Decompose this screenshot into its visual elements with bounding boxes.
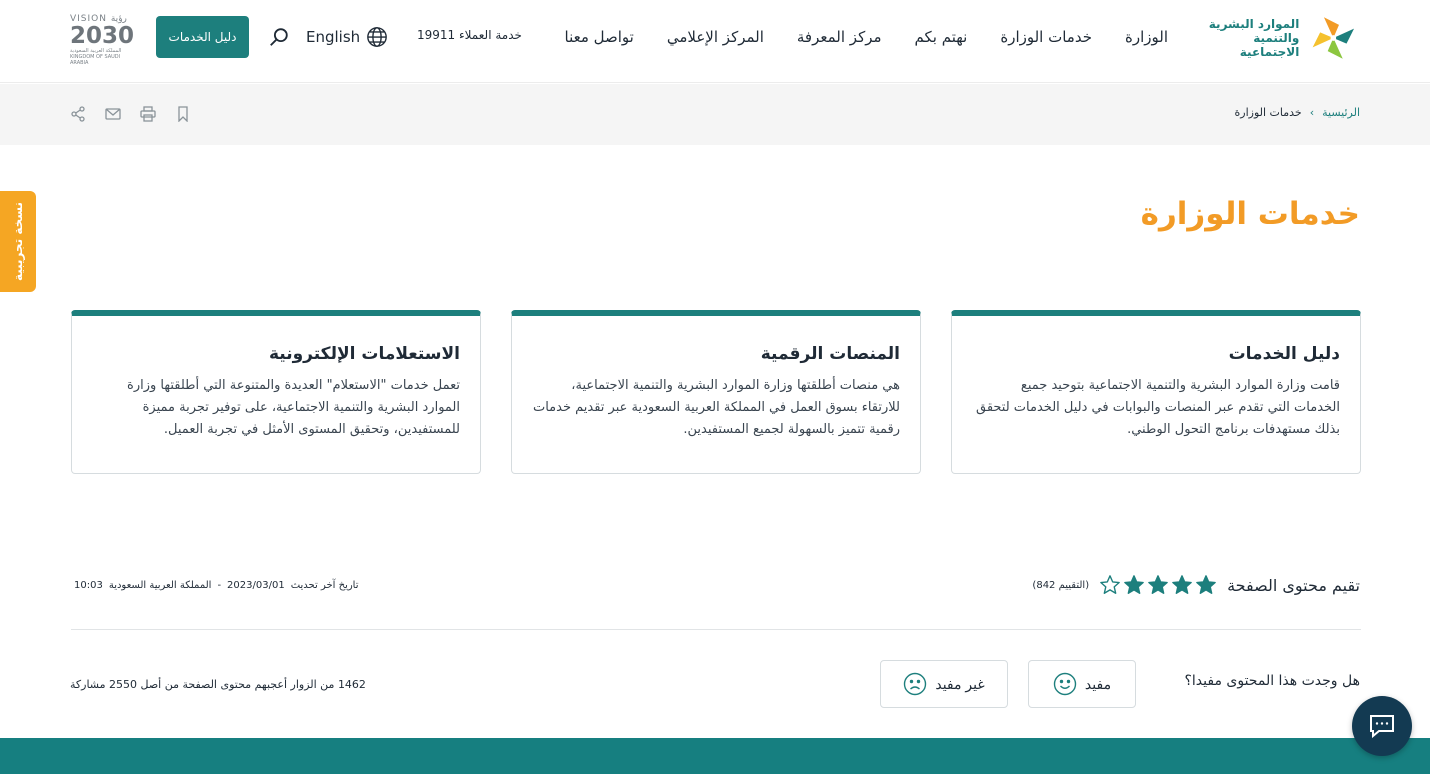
card-body: هي منصات أطلقتها وزارة الموارد البشرية و… — [532, 378, 900, 437]
page-tools — [70, 106, 191, 122]
chat-icon — [1370, 715, 1394, 739]
card-title: الاستعلامات الإلكترونية — [268, 344, 460, 364]
breadcrumb-current: خدمات الوزارة — [1234, 106, 1302, 119]
breadcrumb-bar: الرئيسية › خدمات الوزارة — [0, 84, 1430, 145]
logo-line-1: الموارد البشرية — [1208, 17, 1300, 31]
nav-item-media-center[interactable]: المركز الإعلامي — [667, 28, 764, 46]
page-rating: تقيم محتوى الصفحة (التقييم 842) — [1032, 574, 1360, 596]
page-title: خدمات الوزارة — [1140, 196, 1360, 232]
last-update-separator: - — [217, 580, 222, 591]
feedback-stats: 1462 من الزوار أعجبهم محتوى الصفحة من أص… — [70, 678, 366, 691]
service-cards: دليل الخدمات قامت وزارة الموارد البشرية … — [71, 310, 1361, 474]
nav-item-knowledge-center[interactable]: مركز المعرفة — [797, 28, 882, 46]
star-icon-filled[interactable] — [1123, 574, 1145, 596]
card-digital-platforms[interactable]: المنصات الرقمية هي منصات أطلقتها وزارة ا… — [511, 310, 921, 474]
print-icon[interactable] — [140, 106, 156, 122]
not-helpful-button[interactable]: غير مفيد — [880, 660, 1008, 708]
star-icon-filled[interactable] — [1147, 574, 1169, 596]
nav-item-we-care[interactable]: نهتم بكم — [915, 28, 968, 46]
vision-sub-en: KINGDOM OF SAUDI ARABIA — [70, 54, 121, 66]
site-header: الموارد البشرية والتنمية الاجتماعية الوز… — [0, 0, 1430, 83]
services-guide-button[interactable]: دليل الخدمات — [156, 16, 249, 58]
card-services-guide[interactable]: دليل الخدمات قامت وزارة الموارد البشرية … — [951, 310, 1361, 474]
last-update-label: تاريخ آخر تحديث — [290, 580, 359, 591]
rating-label: تقيم محتوى الصفحة — [1227, 575, 1360, 595]
not-helpful-label: غير مفيد — [935, 675, 985, 692]
last-update-region: المملكة العربية السعودية — [108, 580, 212, 591]
logo-line-2: والتنمية الاجتماعية — [1239, 31, 1300, 59]
divider — [71, 629, 1361, 630]
page: الموارد البشرية والتنمية الاجتماعية الوز… — [0, 0, 1430, 774]
frown-icon — [904, 672, 927, 696]
card-title: المنصات الرقمية — [760, 344, 900, 364]
helpful-label: مفيد — [1084, 675, 1112, 692]
logo-mark-icon — [1312, 17, 1355, 59]
nav-item-contact-us[interactable]: تواصل معنا — [565, 28, 634, 46]
vision-2030-logo[interactable]: VISION رؤية 2030 المملكة العربية السعودي… — [70, 14, 136, 66]
mail-icon[interactable] — [105, 106, 121, 122]
breadcrumb-separator: › — [1309, 106, 1315, 119]
helpful-button[interactable]: مفيد — [1028, 660, 1136, 708]
star-icon-filled[interactable] — [1171, 574, 1193, 596]
smile-icon — [1053, 672, 1077, 696]
bookmark-icon[interactable] — [175, 106, 191, 122]
breadcrumb: الرئيسية › خدمات الوزارة — [1235, 106, 1361, 119]
search-icon[interactable] — [268, 26, 290, 48]
rating-count: (التقييم 842) — [1032, 579, 1090, 591]
feedback-question: هل وجدت هذا المحتوى مفيدا؟ — [1184, 673, 1360, 689]
logo-text: الموارد البشرية والتنمية الاجتماعية — [1196, 17, 1300, 59]
card-body: تعمل خدمات "الاستعلام" العديدة والمتنوعة… — [127, 378, 460, 437]
last-update-time: 10:03 — [74, 580, 103, 591]
star-icon-filled[interactable] — [1195, 574, 1217, 596]
globe-icon — [367, 27, 388, 47]
beta-version-tab[interactable]: نسخة تجريبية — [0, 191, 36, 292]
card-title: دليل الخدمات — [1228, 344, 1340, 364]
nav-item-ministry[interactable]: الوزارة — [1125, 28, 1168, 46]
share-icon[interactable] — [70, 106, 86, 122]
last-update: تاريخ آخر تحديث 2023/03/01 - المملكة الع… — [74, 580, 359, 591]
star-icon-empty[interactable] — [1099, 574, 1121, 596]
main-nav: الوزارة خدمات الوزارة نهتم بكم مركز المع… — [565, 0, 1168, 74]
chat-button[interactable] — [1352, 696, 1412, 756]
card-body: قامت وزارة الموارد البشرية والتنمية الاج… — [975, 378, 1340, 437]
nav-item-ministry-services[interactable]: خدمات الوزارة — [1000, 28, 1092, 46]
last-update-date: 2023/03/01 — [227, 580, 285, 591]
beta-version-label: نسخة تجريبية — [11, 201, 25, 282]
vision-year: 2030 — [70, 23, 135, 49]
footer-band — [0, 738, 1430, 774]
language-switch[interactable]: English — [306, 24, 388, 50]
ministry-logo[interactable]: الموارد البشرية والتنمية الاجتماعية — [1196, 10, 1360, 66]
language-label: English — [306, 28, 361, 46]
card-electronic-inquiries[interactable]: الاستعلامات الإلكترونية تعمل خدمات "الاس… — [71, 310, 481, 474]
customer-service-number[interactable]: خدمة العملاء 19911 — [417, 28, 522, 42]
breadcrumb-home[interactable]: الرئيسية — [1322, 106, 1360, 119]
rating-stars — [1099, 574, 1217, 596]
